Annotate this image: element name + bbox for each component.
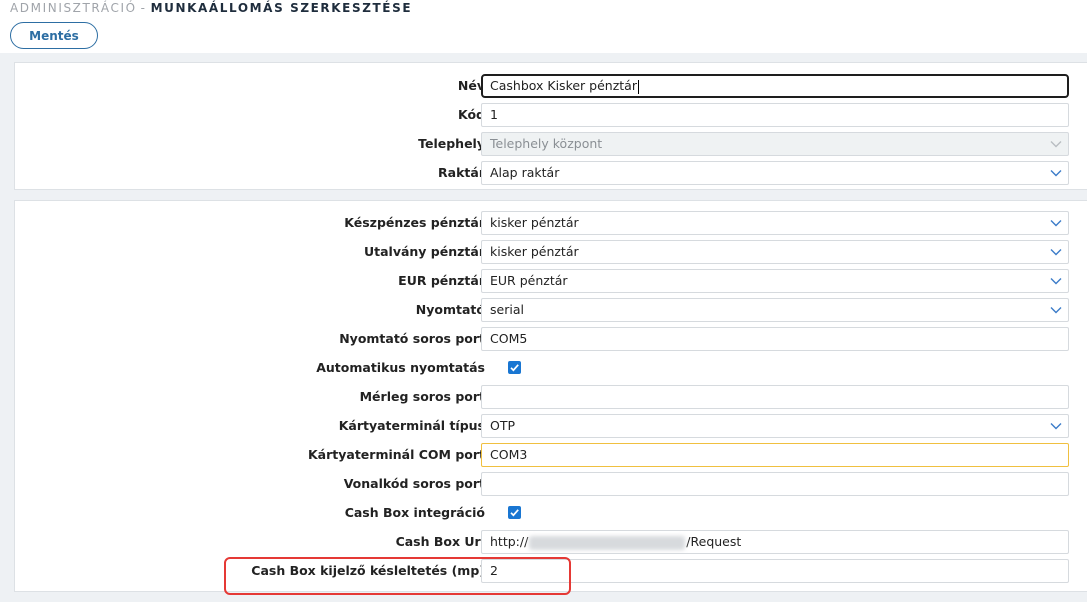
row-merleg-soros-port: Mérleg soros port bbox=[15, 384, 1087, 410]
eur-penztar-value: EUR pénztár bbox=[490, 273, 568, 288]
chevron-down-icon bbox=[1050, 278, 1062, 285]
nyomtato-label: Nyomtató bbox=[415, 302, 485, 317]
nev-value: Cashbox Kisker pénztár bbox=[490, 78, 637, 93]
automatikus-nyomtatas-label: Automatikus nyomtatás bbox=[316, 360, 485, 375]
telephely-select: Telephely központ bbox=[481, 132, 1069, 156]
row-utalvany-penztar: Utalvány pénztár kisker pénztár bbox=[15, 239, 1087, 265]
keszpenzes-penztar-label: Készpénzes pénztár bbox=[344, 215, 485, 230]
eur-penztar-label: EUR pénztár bbox=[398, 273, 485, 288]
nyomtato-value: serial bbox=[490, 302, 524, 317]
page-title: MUNKAÁLLOMÁS SZERKESZTÉSE bbox=[150, 1, 413, 15]
automatikus-nyomtatas-checkbox[interactable] bbox=[508, 361, 521, 374]
chevron-down-icon bbox=[1050, 220, 1062, 227]
highlight-annotation bbox=[224, 557, 571, 595]
row-raktar: Raktár Alap raktár bbox=[15, 160, 1087, 186]
chevron-down-icon bbox=[1050, 170, 1062, 177]
kartyaterminal-tipus-value: OTP bbox=[490, 418, 516, 433]
row-nev: Név Cashbox Kisker pénztár bbox=[15, 73, 1087, 99]
kod-value: 1 bbox=[490, 107, 498, 122]
kartyaterminal-com-port-input[interactable]: COM3 bbox=[481, 443, 1069, 467]
chevron-down-icon bbox=[1050, 141, 1062, 148]
kartyaterminal-com-port-value: COM3 bbox=[490, 447, 528, 462]
utalvany-penztar-select[interactable]: kisker pénztár bbox=[481, 240, 1069, 264]
merleg-soros-port-input[interactable] bbox=[481, 385, 1069, 409]
vonalkod-soros-port-input[interactable] bbox=[481, 472, 1069, 496]
row-keszpenzes-penztar: Készpénzes pénztár kisker pénztár bbox=[15, 210, 1087, 236]
row-kartyaterminal-tipus: Kártyaterminál típus OTP bbox=[15, 413, 1087, 439]
kartyaterminal-tipus-select[interactable]: OTP bbox=[481, 414, 1069, 438]
merleg-soros-port-label: Mérleg soros port bbox=[359, 389, 485, 404]
chevron-down-icon bbox=[1050, 423, 1062, 430]
row-telephely: Telephely Telephely központ bbox=[15, 131, 1087, 157]
save-button[interactable]: Mentés bbox=[10, 22, 98, 49]
chevron-down-icon bbox=[1050, 249, 1062, 256]
keszpenzes-penztar-select[interactable]: kisker pénztár bbox=[481, 211, 1069, 235]
telephely-label: Telephely bbox=[418, 136, 485, 151]
checkmark-icon bbox=[510, 509, 519, 517]
row-cash-box-url: Cash Box Url http:// /Request bbox=[15, 529, 1087, 555]
row-nyomtato: Nyomtató serial bbox=[15, 297, 1087, 323]
nyomtato-select[interactable]: serial bbox=[481, 298, 1069, 322]
eur-penztar-select[interactable]: EUR pénztár bbox=[481, 269, 1069, 293]
vonalkod-soros-port-label: Vonalkód soros port bbox=[343, 476, 485, 491]
breadcrumb-parent[interactable]: ADMINISZTRÁCIÓ bbox=[10, 1, 137, 15]
settings-panel: Készpénzes pénztár kisker pénztár Utalvá… bbox=[14, 200, 1087, 592]
row-nyomtato-soros-port: Nyomtató soros port COM5 bbox=[15, 326, 1087, 352]
keszpenzes-penztar-value: kisker pénztár bbox=[490, 215, 579, 230]
kartyaterminal-tipus-label: Kártyaterminál típus bbox=[338, 418, 485, 433]
raktar-select[interactable]: Alap raktár bbox=[481, 161, 1069, 185]
utalvany-penztar-label: Utalvány pénztár bbox=[363, 244, 485, 259]
kod-input[interactable]: 1 bbox=[481, 103, 1069, 127]
row-automatikus-nyomtatas: Automatikus nyomtatás bbox=[15, 355, 1087, 381]
nyomtato-soros-port-input[interactable]: COM5 bbox=[481, 327, 1069, 351]
breadcrumb-separator: - bbox=[140, 1, 147, 15]
text-cursor bbox=[637, 79, 639, 94]
utalvany-penztar-value: kisker pénztár bbox=[490, 244, 579, 259]
kartyaterminal-com-port-label: Kártyaterminál COM port bbox=[307, 447, 485, 462]
breadcrumb: ADMINISZTRÁCIÓ - MUNKAÁLLOMÁS SZERKESZTÉSE bbox=[10, 0, 412, 16]
checkmark-icon bbox=[510, 364, 519, 372]
nyomtato-soros-port-label: Nyomtató soros port bbox=[339, 331, 485, 346]
row-vonalkod-soros-port: Vonalkód soros port bbox=[15, 471, 1087, 497]
row-eur-penztar: EUR pénztár EUR pénztár bbox=[15, 268, 1087, 294]
telephely-value: Telephely központ bbox=[490, 136, 603, 151]
cash-box-url-suffix: /Request bbox=[686, 534, 742, 549]
cash-box-url-input[interactable]: http:// /Request bbox=[481, 530, 1069, 554]
basic-info-panel: Név Cashbox Kisker pénztár Kód 1 Telephe… bbox=[14, 62, 1087, 190]
cash-box-url-label: Cash Box Url bbox=[395, 534, 485, 549]
row-kod: Kód 1 bbox=[15, 102, 1087, 128]
chevron-down-icon bbox=[1050, 307, 1062, 314]
nyomtato-soros-port-value: COM5 bbox=[490, 331, 528, 346]
redacted-address bbox=[529, 535, 686, 550]
cash-box-url-prefix: http:// bbox=[490, 534, 529, 549]
raktar-value: Alap raktár bbox=[490, 165, 560, 180]
row-kartyaterminal-com-port: Kártyaterminál COM port COM3 bbox=[15, 442, 1087, 468]
cash-box-integracio-label: Cash Box integráció bbox=[344, 505, 485, 520]
raktar-label: Raktár bbox=[438, 165, 485, 180]
cash-box-integracio-checkbox[interactable] bbox=[508, 506, 521, 519]
nev-input[interactable]: Cashbox Kisker pénztár bbox=[481, 74, 1069, 98]
row-cash-box-integracio: Cash Box integráció bbox=[15, 500, 1087, 526]
